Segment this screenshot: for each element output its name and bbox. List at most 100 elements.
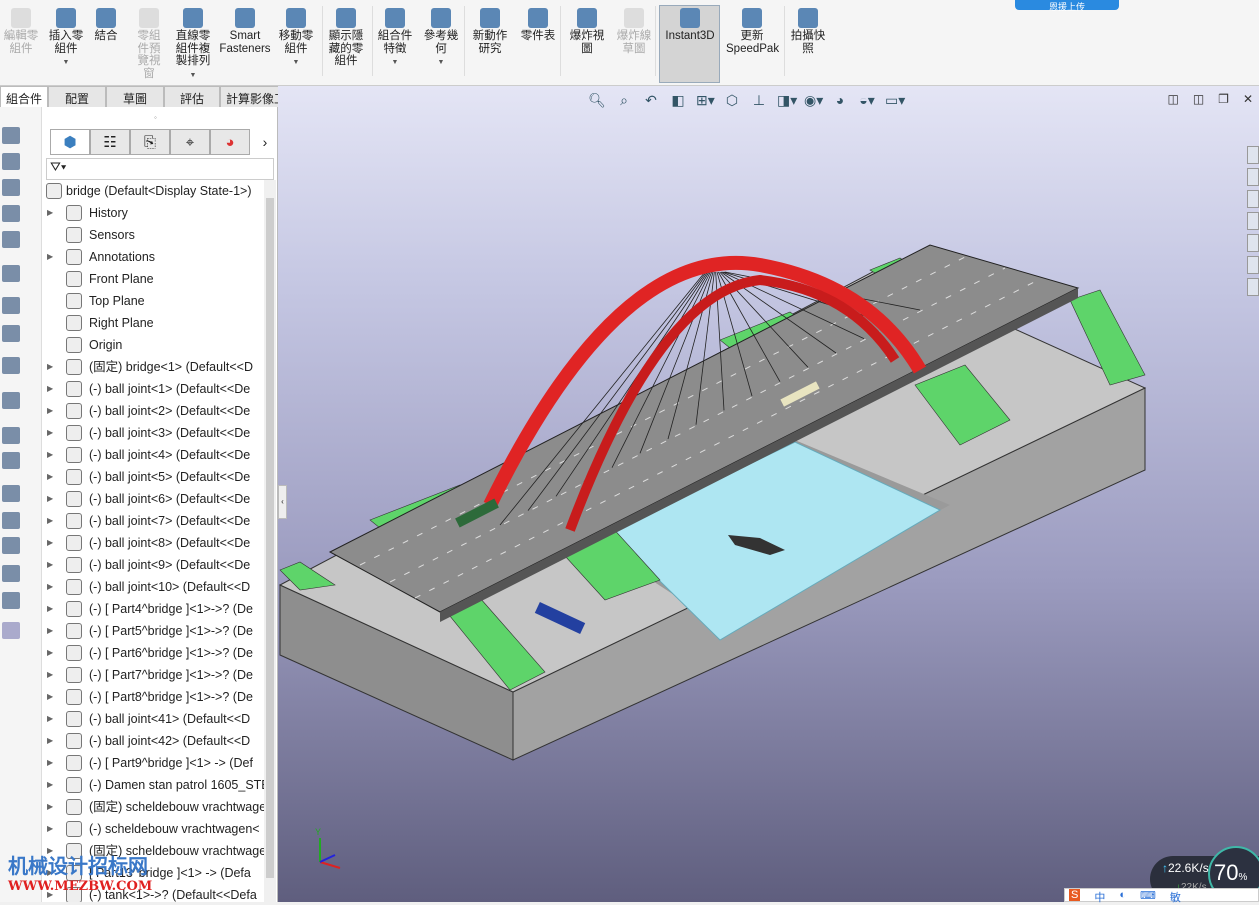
expand-arrow-icon[interactable]: ▶ [47, 818, 53, 840]
tree-item[interactable]: ▶ (-) ball joint<9> (Default<<De [42, 554, 264, 576]
expand-arrow-icon[interactable]: ▶ [47, 796, 53, 818]
dropdown-arrow-icon[interactable]: ▼ [276, 57, 316, 70]
expand-arrow-icon[interactable]: ▶ [47, 752, 53, 774]
left-tool-icon[interactable] [2, 452, 20, 469]
toolbar-button-8[interactable]: 組合件特徵 ▼ [375, 8, 415, 70]
toolbar-button-4[interactable]: 直線零組件複製排列 ▼ [172, 8, 214, 82]
expand-arrow-icon[interactable]: ▶ [47, 444, 53, 466]
left-tool-icon[interactable] [2, 127, 20, 144]
close-icon[interactable]: ✕ [1243, 92, 1253, 106]
toolbar-button-3[interactable]: 零組件預覽視窗 [132, 8, 166, 80]
expand-arrow-icon[interactable]: ▶ [47, 422, 53, 444]
expand-arrow-icon[interactable]: ▶ [47, 202, 53, 224]
left-tool-icon[interactable] [2, 512, 20, 529]
tree-item[interactable]: ▶ (-) [ Part7^bridge ]<1>->? (De [42, 664, 264, 686]
tree-item[interactable]: Front Plane [42, 268, 264, 290]
tree-item[interactable]: ▶ (-) ball joint<5> (Default<<De [42, 466, 264, 488]
tree-item[interactable]: ▶ (-) [ Part6^bridge ]<1>->? (De [42, 642, 264, 664]
toolbar-button-11[interactable]: 零件表 [518, 8, 558, 43]
expand-arrow-icon[interactable]: ▶ [47, 466, 53, 488]
toolbar-button-15[interactable]: 更新SpeedPak [726, 8, 779, 55]
scene-icon[interactable]: ◒▾ [858, 92, 876, 110]
toolbar-button-16[interactable]: 拍攝快照 [788, 8, 828, 55]
expand-arrow-icon[interactable]: ▶ [47, 686, 53, 708]
toolbar-button-2[interactable]: 結合 [92, 8, 120, 43]
ime-option[interactable]: 敏 [1170, 889, 1181, 904]
tile-right-icon[interactable]: ◫ [1193, 92, 1204, 106]
section-view-icon[interactable]: ◧ [669, 92, 687, 110]
tree-item[interactable]: Origin [42, 334, 264, 356]
dropdown-arrow-icon[interactable]: ▼ [46, 57, 86, 70]
toolbar-button-5[interactable]: Smart Fasteners [219, 8, 271, 55]
ime-mode[interactable]: 中 [1094, 889, 1105, 904]
left-tool-icon[interactable] [2, 357, 20, 374]
left-tool-icon[interactable] [2, 622, 20, 639]
task-pane-home[interactable] [1247, 146, 1259, 164]
tree-item[interactable]: ▶ (-) ball joint<6> (Default<<De [42, 488, 264, 510]
panel-grip[interactable]: ◦ [154, 113, 157, 122]
tree-item[interactable]: ▶ (-) ball joint<7> (Default<<De [42, 510, 264, 532]
tree-item[interactable]: ▶ (固定) bridge<1> (Default<<D [42, 356, 264, 378]
expand-arrow-icon[interactable]: ▶ [47, 730, 53, 752]
tab-3[interactable]: 評估 [164, 86, 220, 107]
toolbar-button-13[interactable]: 爆炸線草圖 [614, 8, 654, 55]
tree-item[interactable]: ▶ (-) scheldebouw vrachtwagen< [42, 818, 264, 840]
panel-collapse-handle[interactable]: ‹ [278, 485, 287, 519]
previous-view-icon[interactable]: ↶ [642, 92, 660, 110]
tree-item[interactable]: ▶ (-) ball joint<4> (Default<<De [42, 444, 264, 466]
left-tool-icon[interactable] [2, 179, 20, 196]
view-settings-icon[interactable]: ▭▾ [885, 92, 905, 110]
task-pane-library[interactable] [1247, 190, 1259, 208]
left-tool-icon[interactable] [2, 325, 20, 342]
toolbar-button-10[interactable]: 新動作研究 [470, 8, 510, 55]
tree-item[interactable]: ▶ (-) ball joint<3> (Default<<De [42, 422, 264, 444]
expand-arrow-icon[interactable]: ▶ [47, 246, 53, 268]
tree-item[interactable]: ▶ (-) ball joint<41> (Default<<D [42, 708, 264, 730]
toolbar-button-0[interactable]: 編輯零組件 [3, 8, 39, 55]
expand-arrow-icon[interactable]: ▶ [47, 664, 53, 686]
expand-arrow-icon[interactable]: ▶ [47, 620, 53, 642]
tree-filter[interactable]: ⛛▾ [46, 158, 274, 180]
expand-arrow-icon[interactable]: ▶ [47, 598, 53, 620]
left-tool-icon[interactable] [2, 537, 20, 554]
expand-arrow-icon[interactable]: ▶ [47, 554, 53, 576]
tab-2[interactable]: 草圖 [106, 86, 164, 107]
chevron-right-icon[interactable]: › [250, 129, 280, 155]
configuration-manager-tab[interactable]: ⎘ [130, 129, 170, 155]
expand-arrow-icon[interactable]: ▶ [47, 510, 53, 532]
left-tool-icon[interactable] [2, 485, 20, 502]
dynamic-annotation-icon[interactable]: ⊞▾ [696, 92, 715, 110]
tree-item[interactable]: Sensors [42, 224, 264, 246]
dropdown-arrow-icon[interactable]: ▼ [420, 57, 462, 70]
appearance-icon[interactable]: ◕ [831, 92, 849, 110]
feature-manager-tab[interactable]: ⬢ [50, 129, 90, 155]
expand-arrow-icon[interactable]: ▶ [47, 532, 53, 554]
property-manager-tab[interactable]: ☷ [90, 129, 130, 155]
tree-item[interactable]: ▶ (-) [ Part9^bridge ]<1> -> (Def [42, 752, 264, 774]
tree-item[interactable]: ▶ (-) ball joint<42> (Default<<D [42, 730, 264, 752]
left-tool-icon[interactable] [2, 205, 20, 222]
tree-item[interactable]: ▶ (-) ball joint<10> (Default<<D [42, 576, 264, 598]
tree-item[interactable]: ▶ (-) [ Part8^bridge ]<1>->? (De [42, 686, 264, 708]
hide-show-icon[interactable]: ◉▾ [804, 92, 823, 110]
left-tool-icon[interactable] [2, 231, 20, 248]
expand-arrow-icon[interactable]: ▶ [47, 378, 53, 400]
tree-item[interactable]: Right Plane [42, 312, 264, 334]
tree-item[interactable]: ▶ (-) ball joint<1> (Default<<De [42, 378, 264, 400]
left-tool-icon[interactable] [2, 153, 20, 170]
left-tool-icon[interactable] [2, 565, 20, 582]
graphics-viewport[interactable]: Y 🔍︎ ⌕ ↶ ◧ ⊞▾ ⬡ ⊥ ◨▾ ◉▾ ◕ ◒▾ ▭▾ ◫ ◫ ❐ ✕ [278, 86, 1259, 902]
scrollbar-thumb[interactable] [266, 198, 274, 878]
zoom-to-fit-icon[interactable]: 🔍︎ [588, 92, 606, 110]
toolbar-button-1[interactable]: 插入零組件 ▼ [46, 8, 86, 70]
toolbar-button-14[interactable]: Instant3D [662, 8, 718, 43]
task-pane-view-palette[interactable] [1247, 234, 1259, 252]
tree-item[interactable]: ▶ History [42, 202, 264, 224]
expand-arrow-icon[interactable]: ▶ [47, 400, 53, 422]
expand-arrow-icon[interactable]: ▶ [47, 576, 53, 598]
tree-item[interactable]: Top Plane [42, 290, 264, 312]
tab-1[interactable]: 配置 [48, 86, 106, 107]
expand-arrow-icon[interactable]: ▶ [47, 774, 53, 796]
tree-scrollbar[interactable] [264, 180, 276, 902]
tree-item[interactable]: ▶ (-) [ Part5^bridge ]<1>->? (De [42, 620, 264, 642]
